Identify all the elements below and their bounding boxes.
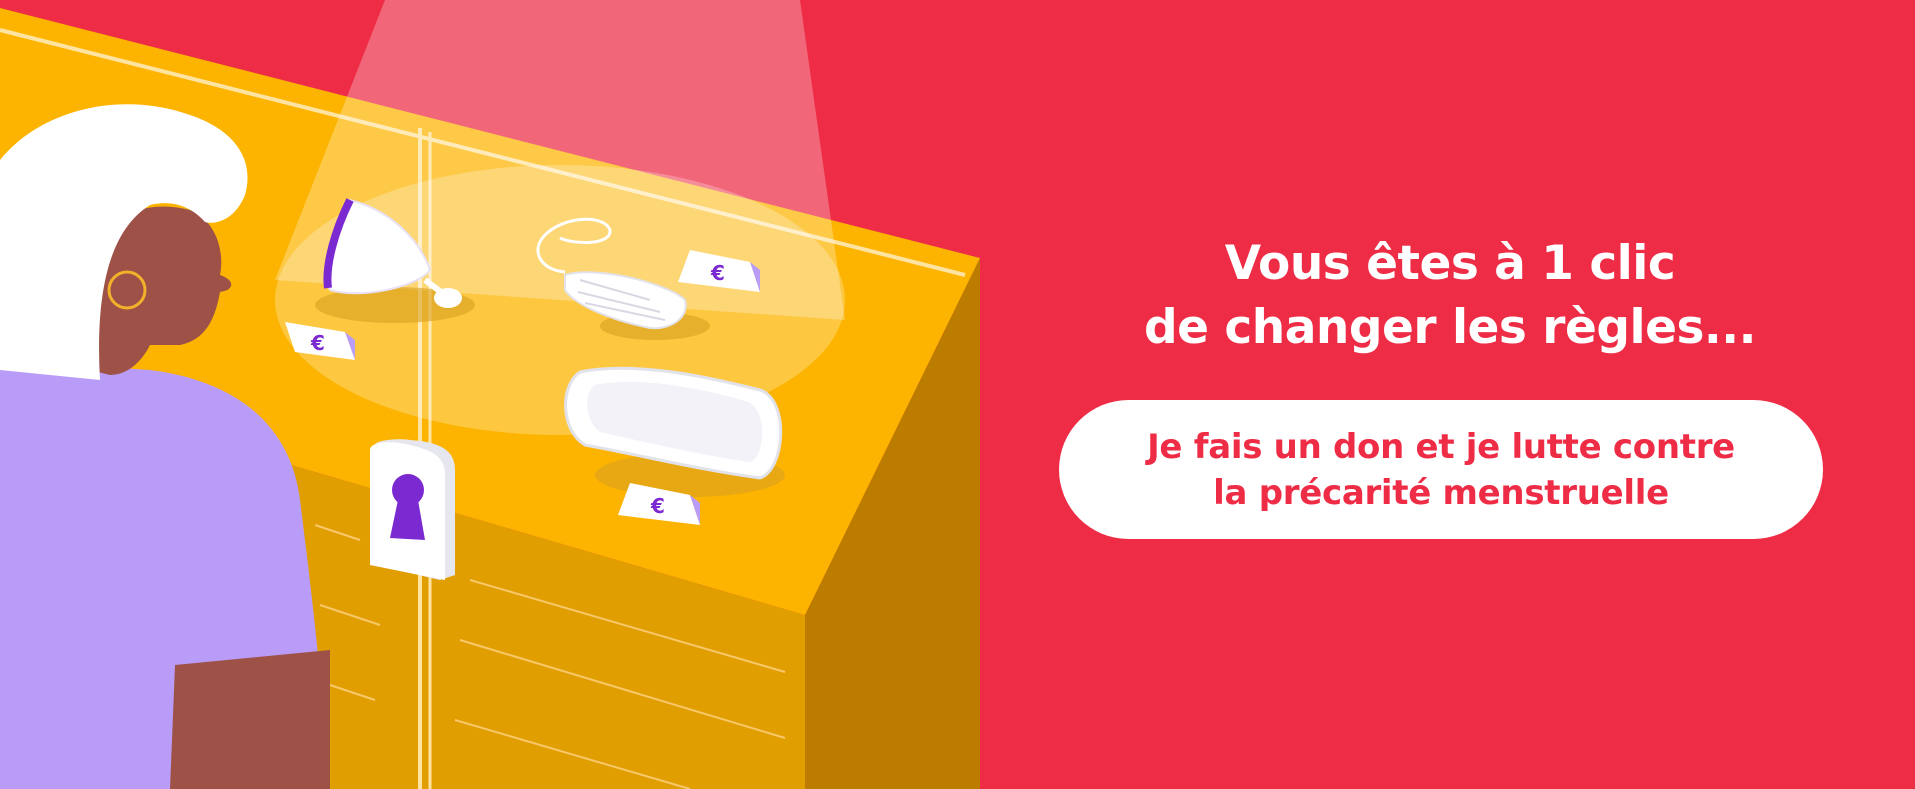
donation-banner: € € € Vous êtes à 1 clic de changer les … <box>0 0 1915 789</box>
headline: Vous êtes à 1 clic de changer les règles… <box>1070 232 1830 360</box>
sanitary-pad-icon <box>564 366 785 497</box>
headline-line-2: de changer les règles... <box>1144 300 1757 355</box>
donate-button-line-1: Je fais un don et je lutte contre <box>1147 426 1735 467</box>
svg-text:€: € <box>650 494 665 518</box>
vending-cabinet-illustration: € € € <box>0 0 980 789</box>
donate-button-line-2: la précarité menstruelle <box>1213 472 1669 513</box>
svg-text:€: € <box>310 331 325 355</box>
keyhole-icon <box>370 439 455 580</box>
headline-line-1: Vous êtes à 1 clic <box>1224 236 1676 291</box>
svg-text:€: € <box>710 261 725 285</box>
donate-button[interactable]: Je fais un don et je lutte contre la pré… <box>1059 400 1823 539</box>
